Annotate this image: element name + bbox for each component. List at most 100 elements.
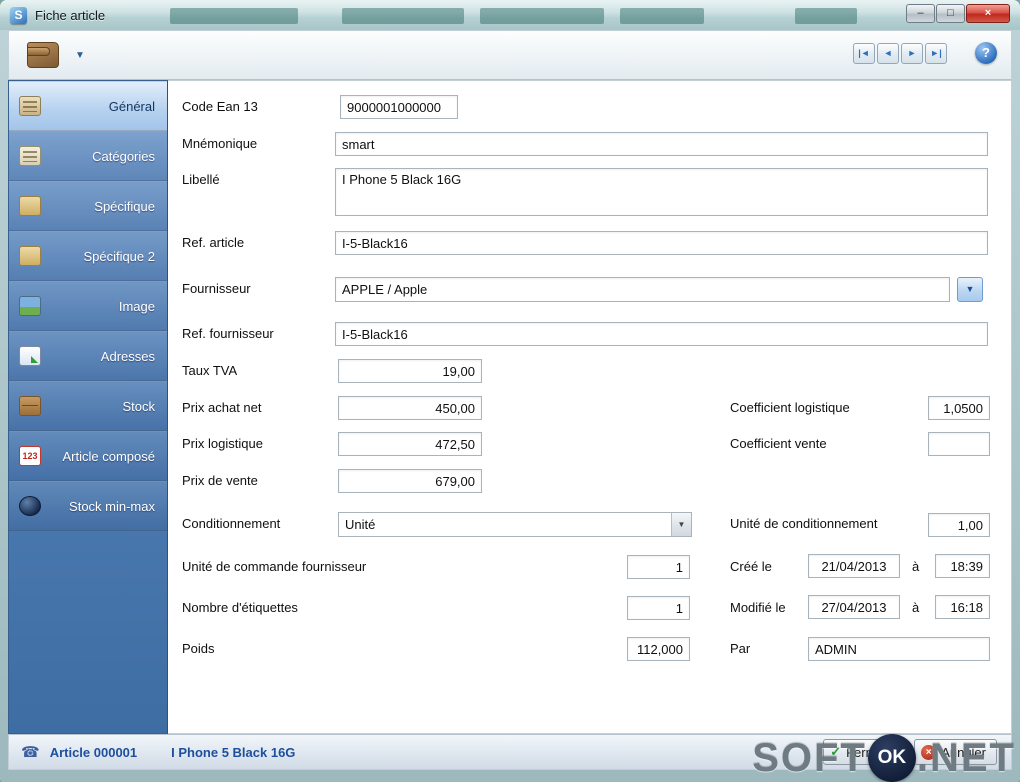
first-record-button[interactable]: |◄	[853, 43, 875, 64]
toolbar-dropdown-arrow-icon[interactable]: ▼	[75, 50, 85, 61]
sidebar-item-label: Catégories	[92, 148, 155, 164]
ref-fournisseur-input[interactable]	[335, 322, 988, 346]
next-record-button[interactable]: ►	[901, 43, 923, 64]
sidebar-item-general[interactable]: Général	[9, 81, 167, 131]
prix-achat-label: Prix achat net	[182, 400, 262, 415]
unite-conditionnement-input[interactable]	[928, 513, 990, 537]
modifie-le-label: Modifié le	[730, 600, 786, 615]
nb-etiquettes-label: Nombre d'étiquettes	[182, 600, 298, 615]
close-button[interactable]: ×	[966, 4, 1010, 23]
general-card-icon	[19, 96, 41, 116]
fermer-button[interactable]: ✓ Fermer	[823, 739, 899, 765]
ref-fournisseur-label: Ref. fournisseur	[182, 326, 274, 341]
ref-article-label: Ref. article	[182, 235, 245, 250]
sidebar-item-stock[interactable]: Stock	[9, 381, 167, 431]
article-form-window: S Fiche article – □ × ▼ |◄ ◄ ► ►| ? Géné…	[0, 0, 1020, 782]
glass-reflection	[480, 8, 604, 24]
fournisseur-input[interactable]	[335, 277, 950, 302]
numbers-badge-icon: 123	[19, 446, 41, 466]
annuler-button[interactable]: × Annuler	[914, 739, 997, 765]
conditionnement-select[interactable]: Unité ▼	[338, 512, 692, 537]
unite-commande-input[interactable]	[627, 555, 690, 579]
prix-logistique-input[interactable]	[338, 432, 482, 456]
address-book-icon	[19, 346, 41, 366]
article-status-icon: ☎	[21, 743, 40, 761]
sidebar: Général Catégories Spécifique Spécifique…	[8, 80, 168, 734]
glass-reflection	[795, 8, 857, 24]
last-record-button[interactable]: ►|	[925, 43, 947, 64]
sidebar-item-label: Image	[118, 298, 155, 314]
fermer-button-label: Fermer	[846, 744, 888, 760]
previous-record-button[interactable]: ◄	[877, 43, 899, 64]
nb-etiquettes-input[interactable]	[627, 596, 690, 620]
wallet-icon[interactable]	[27, 42, 59, 68]
categories-list-icon	[19, 146, 41, 166]
check-icon: ✓	[830, 744, 842, 759]
folder-icon	[19, 196, 41, 216]
cree-le-date-input[interactable]	[808, 554, 900, 578]
conditionnement-value: Unité	[345, 517, 376, 532]
prix-achat-input[interactable]	[338, 396, 482, 420]
sidebar-item-specifique-2[interactable]: Spécifique 2	[9, 231, 167, 281]
taux-tva-input[interactable]	[338, 359, 482, 383]
sidebar-item-specifique[interactable]: Spécifique	[9, 181, 167, 231]
window-frame: ▼ |◄ ◄ ► ►| ? Général Catégories Spécifi…	[0, 30, 1020, 782]
sidebar-item-image[interactable]: Image	[9, 281, 167, 331]
prix-vente-input[interactable]	[338, 469, 482, 493]
fournisseur-dropdown-button[interactable]: ▼	[957, 277, 983, 302]
modifie-le-sep: à	[912, 600, 920, 615]
stock-box-icon	[19, 396, 41, 416]
prix-logistique-label: Prix logistique	[182, 436, 263, 451]
sidebar-item-label: Spécifique 2	[83, 248, 155, 264]
ean-input[interactable]	[340, 95, 458, 119]
par-input[interactable]	[808, 637, 990, 661]
maximize-button[interactable]: □	[936, 4, 965, 23]
sidebar-item-adresses[interactable]: Adresses	[9, 331, 167, 381]
minimize-button[interactable]: –	[906, 4, 935, 23]
fournisseur-label: Fournisseur	[182, 281, 251, 296]
taux-tva-label: Taux TVA	[182, 363, 238, 378]
sidebar-item-label: Stock min-max	[69, 498, 155, 514]
app-logo-icon: S	[10, 6, 27, 24]
image-icon	[19, 296, 41, 316]
sidebar-item-stock-min-max[interactable]: Stock min-max	[9, 481, 167, 531]
record-navigation: |◄ ◄ ► ►|	[853, 43, 947, 64]
conditionnement-label: Conditionnement	[182, 516, 281, 531]
sidebar-item-label: Spécifique	[94, 198, 155, 214]
sidebar-item-label: Adresses	[100, 348, 155, 364]
sidebar-item-article-compose[interactable]: 123 Article composé	[9, 431, 167, 481]
coeff-vente-label: Coefficient vente	[730, 436, 827, 451]
glass-reflection	[342, 8, 464, 24]
unite-conditionnement-label: Unité de conditionnement	[730, 516, 878, 531]
poids-input[interactable]	[627, 637, 690, 661]
poids-label: Poids	[182, 641, 215, 656]
ref-article-input[interactable]	[335, 231, 988, 255]
window-controls: – □ ×	[906, 4, 1010, 23]
coeff-logistique-input[interactable]	[928, 396, 990, 420]
cancel-x-icon: ×	[921, 744, 937, 760]
general-form: Code Ean 13 Mnémonique Libellé I Phone 5…	[168, 80, 1012, 734]
glass-reflection	[170, 8, 298, 24]
help-button[interactable]: ?	[975, 42, 997, 64]
cree-le-time-input[interactable]	[935, 554, 990, 578]
article-name: I Phone 5 Black 16G	[171, 744, 296, 760]
libelle-textarea[interactable]: I Phone 5 Black 16G	[335, 168, 988, 216]
sidebar-item-categories[interactable]: Catégories	[9, 131, 167, 181]
coeff-vente-input[interactable]	[928, 432, 990, 456]
cree-le-sep: à	[912, 559, 920, 574]
par-label: Par	[730, 641, 751, 656]
article-id: Article 000001	[49, 744, 138, 760]
statusbar: ☎ Article 000001 I Phone 5 Black 16G ✓ F…	[8, 734, 1012, 770]
sidebar-item-label: Stock	[122, 398, 155, 414]
libelle-label: Libellé	[182, 172, 220, 187]
window-title: Fiche article	[35, 7, 106, 23]
mnemonique-input[interactable]	[335, 132, 988, 156]
titlebar: S Fiche article – □ ×	[0, 0, 1020, 31]
sidebar-item-label: Article composé	[62, 448, 155, 464]
unite-commande-label: Unité de commande fournisseur	[182, 559, 367, 574]
glass-reflection	[620, 8, 704, 24]
modifie-le-date-input[interactable]	[808, 595, 900, 619]
modifie-le-time-input[interactable]	[935, 595, 990, 619]
cree-le-label: Créé le	[730, 559, 772, 574]
chevron-down-icon: ▼	[671, 513, 691, 536]
